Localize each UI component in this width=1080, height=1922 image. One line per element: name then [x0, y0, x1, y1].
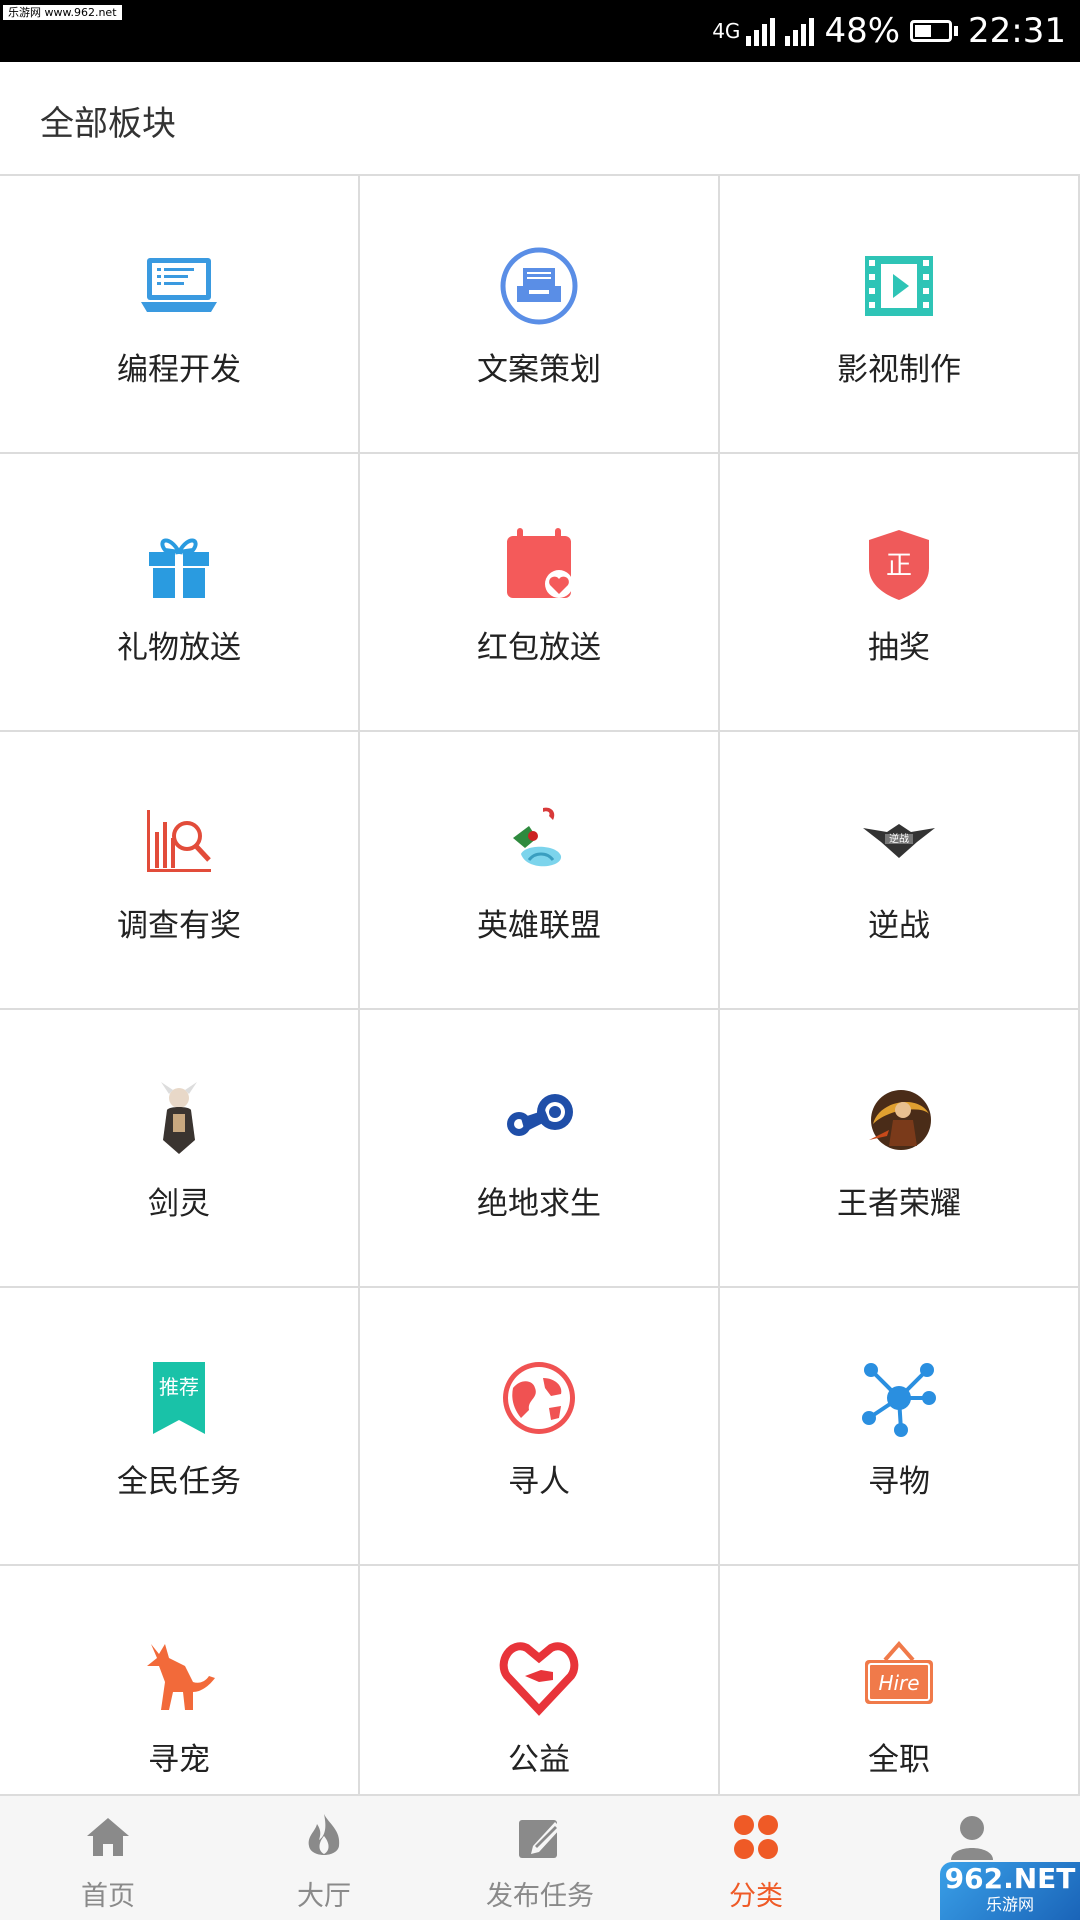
svg-text:逆战: 逆战 [889, 832, 909, 845]
nav-home[interactable]: 首页 [0, 1796, 216, 1922]
category-label: 寻物 [868, 1464, 930, 1500]
nav-flame[interactable]: 大厅 [216, 1796, 432, 1922]
signal-icon-2 [785, 16, 815, 46]
category-label: 调查有奖 [117, 908, 241, 944]
nav-four-leaf-grid[interactable]: 分类 [648, 1796, 864, 1922]
category-label: 王者荣耀 [837, 1186, 961, 1222]
page-title: 全部板块 [40, 104, 176, 144]
four-leaf-grid-icon [731, 1812, 781, 1862]
laptop-icon [139, 246, 219, 326]
category-heart-hand[interactable]: 公益 [360, 1566, 720, 1794]
edit-pencil-icon [515, 1812, 565, 1862]
battery-percent: 48% [824, 11, 901, 51]
category-calendar-heart[interactable]: 红包放送 [360, 454, 720, 732]
nizhan-game-logo-icon: 逆战 [859, 802, 939, 882]
recommend-bookmark-icon: 推荐 [139, 1358, 219, 1438]
category-hire-sign[interactable]: Hire 全职 [720, 1566, 1080, 1794]
nav-label: 大厅 [297, 1881, 351, 1912]
category-shield-zheng[interactable]: 正抽奖 [720, 454, 1080, 732]
calendar-heart-icon [499, 524, 579, 604]
watermark-main: 962.NET [944, 1862, 1076, 1895]
category-label: 全职 [868, 1742, 930, 1778]
chart-search-icon [139, 802, 219, 882]
category-label: 英雄联盟 [477, 908, 601, 944]
document-tray-icon [499, 246, 579, 326]
shield-zheng-icon: 正 [859, 524, 939, 604]
svg-text:Hire: Hire [878, 1671, 919, 1695]
lol-game-icon [499, 802, 579, 882]
category-gift[interactable]: 礼物放送 [0, 454, 360, 732]
category-label: 文案策划 [477, 352, 601, 388]
category-label: 编程开发 [117, 352, 241, 388]
category-film-play[interactable]: 影视制作 [720, 176, 1080, 454]
blade-soul-character-icon [139, 1080, 219, 1160]
watermark-top-left: 乐游网 www.962.net [3, 5, 122, 20]
category-grid: 编程开发 文案策划 影视制作 礼物放送 红包放送正抽奖 调查有奖 英雄联盟 逆战 逆战 剑灵 绝地求… [0, 176, 1080, 1794]
category-document-tray[interactable]: 文案策划 [360, 176, 720, 454]
category-pet-dog[interactable]: 寻宠 [0, 1566, 360, 1794]
steam-logo-icon [499, 1080, 579, 1160]
honor-of-kings-hero-icon [859, 1080, 939, 1160]
category-nizhan-game-logo[interactable]: 逆战 逆战 [720, 732, 1080, 1010]
hire-sign-icon: Hire [859, 1636, 939, 1716]
category-honor-of-kings-hero[interactable]: 王者荣耀 [720, 1010, 1080, 1288]
category-label: 红包放送 [477, 630, 601, 666]
svg-text:正: 正 [886, 551, 912, 581]
category-globe[interactable]: 寻人 [360, 1288, 720, 1566]
flame-icon [299, 1812, 349, 1862]
home-icon [83, 1812, 133, 1862]
pet-dog-icon [139, 1636, 219, 1716]
category-label: 抽奖 [868, 630, 930, 666]
category-network-nodes[interactable]: 寻物 [720, 1288, 1080, 1566]
user-profile-icon [947, 1812, 997, 1862]
status-bar: 乐游网 www.962.net 4G 48% 22:31 [0, 0, 1080, 62]
nav-label: 分类 [729, 1881, 783, 1912]
category-steam-logo[interactable]: 绝地求生 [360, 1010, 720, 1288]
network-nodes-icon [859, 1358, 939, 1438]
nav-label: 发布任务 [486, 1881, 594, 1912]
category-label: 逆战 [868, 908, 930, 944]
category-label: 剑灵 [148, 1186, 210, 1222]
bottom-navigation: 首页 大厅 发布任务 分类 [0, 1794, 1080, 1920]
clock: 22:31 [968, 11, 1066, 51]
category-chart-search[interactable]: 调查有奖 [0, 732, 360, 1010]
category-label: 影视制作 [837, 352, 961, 388]
heart-hand-icon [499, 1636, 579, 1716]
network-type: 4G [712, 19, 741, 43]
svg-text:推荐: 推荐 [159, 1375, 199, 1399]
category-label: 公益 [508, 1742, 570, 1778]
gift-icon [139, 524, 219, 604]
category-label: 绝地求生 [477, 1186, 601, 1222]
category-blade-soul-character[interactable]: 剑灵 [0, 1010, 360, 1288]
category-label: 寻宠 [148, 1742, 210, 1778]
category-label: 礼物放送 [117, 630, 241, 666]
nav-edit-pencil[interactable]: 发布任务 [432, 1796, 648, 1922]
nav-label: 首页 [81, 1881, 135, 1912]
globe-icon [499, 1358, 579, 1438]
category-label: 寻人 [508, 1464, 570, 1500]
category-recommend-bookmark[interactable]: 推荐 全民任务 [0, 1288, 360, 1566]
battery-icon [910, 20, 959, 42]
film-play-icon [859, 246, 939, 326]
category-label: 全民任务 [117, 1464, 241, 1500]
status-indicators: 4G 48% 22:31 [712, 0, 1066, 62]
category-laptop[interactable]: 编程开发 [0, 176, 360, 454]
category-lol-game[interactable]: 英雄联盟 [360, 732, 720, 1010]
signal-icon-1 [746, 16, 776, 46]
watermark-bottom-right: 962.NET 乐游网 [940, 1862, 1080, 1920]
watermark-sub: 乐游网 [985, 1895, 1034, 1914]
page-header: 全部板块 [0, 62, 1080, 176]
